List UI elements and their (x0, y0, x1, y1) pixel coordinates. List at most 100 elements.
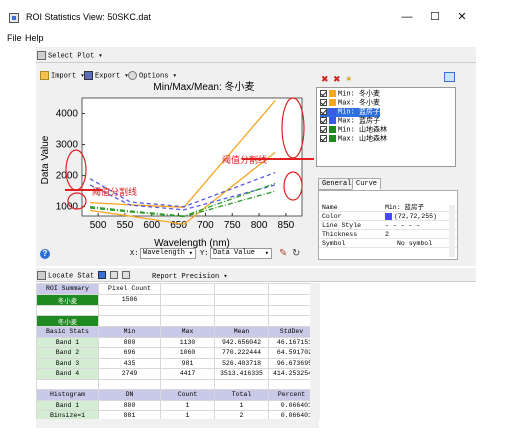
checkbox-icon[interactable] (320, 90, 327, 97)
stats-toolbar: Locate Stat ▾ Report Precision ▾ (36, 268, 476, 282)
window-icon[interactable] (444, 72, 455, 82)
checkbox-icon[interactable] (320, 108, 327, 115)
locate-icon (37, 271, 46, 280)
table-cell: Band 1 (36, 336, 99, 348)
curve-list-item[interactable]: Max: 山地森林 (320, 135, 387, 144)
table-header-cell: Max (160, 326, 215, 338)
table-cell: Binsize=1 (36, 410, 99, 419)
table-cell: 1506 (98, 293, 161, 306)
curve-list-item-selected[interactable]: Min: 蓝房子 (320, 108, 380, 117)
checkbox-icon[interactable] (320, 99, 327, 106)
curve-label: Max: 山地森林 (338, 135, 388, 144)
save-icon (84, 71, 93, 80)
x-axis-label-prefix: X: (130, 250, 139, 258)
color-swatch (329, 99, 336, 106)
table-header-cell: Total (214, 389, 269, 401)
table-header-cell: ROI Summary (36, 283, 99, 295)
prop-value: Min: 蓝房子 (385, 204, 425, 211)
checkbox-icon[interactable] (320, 117, 327, 124)
options-button[interactable]: Options ▾ (128, 71, 177, 80)
table-cell: 1 (214, 399, 269, 411)
y-axis-label-prefix: Y: (200, 250, 209, 258)
curve-list-item[interactable]: Min: 冬小麦 (320, 90, 380, 99)
wand-icon[interactable]: ✶ (345, 74, 353, 85)
table-cell: 770.222444 (214, 347, 269, 359)
prop-row-thickness[interactable]: Thickness 2 (319, 230, 457, 239)
prop-row-color[interactable]: Color (72,72,255) (319, 212, 457, 221)
locate-stat-button[interactable]: Locate Stat ▾ (37, 271, 103, 280)
stats-table[interactable]: ROI Summary Pixel Count 冬小麦 1506 冬小麦 Basic… (36, 283, 319, 419)
tab-general[interactable]: General (318, 178, 356, 190)
curve-list[interactable]: Min: 冬小麦 Max: 冬小麦 Min: 蓝房子 Max: 蓝房子 Min:… (316, 87, 456, 167)
props-scrollbar[interactable] (449, 205, 455, 257)
color-swatch (329, 90, 336, 97)
delete-icon[interactable]: ✖ (321, 74, 329, 85)
prop-row-name[interactable]: Name Min: 蓝房子 (319, 203, 457, 212)
prop-row-line-style[interactable]: Line Style – – – – – (319, 221, 457, 230)
select-plot-button[interactable]: Select Plot ▾ (37, 51, 103, 60)
table-cell: 2 (214, 410, 269, 419)
curve-list-item[interactable]: Min: 山地森林 (320, 126, 387, 135)
report-precision-button[interactable]: Report Precision ▾ (152, 272, 228, 281)
pencil-icon[interactable]: ✎ (279, 248, 287, 259)
table-cell: 1060 (160, 347, 215, 359)
table-header-cell: Basic Stats (36, 326, 99, 338)
x-axis-select[interactable]: Wavelength ▾ (140, 248, 196, 259)
curve-label: Min: 山地森林 (338, 126, 388, 135)
table-horizontal-scrollbar[interactable] (36, 419, 319, 428)
table-cell: 46.167151 (268, 336, 315, 348)
table-header-cell: Mean (214, 326, 269, 338)
export-button[interactable]: Export ▾ (84, 71, 129, 80)
curve-list-item[interactable]: Max: 冬小麦 (320, 99, 380, 108)
table-cell: 0.066401 (268, 410, 315, 419)
table-row: Band 1 880 1130 942.656042 46.167151 (36, 336, 315, 348)
help-icon[interactable]: ? (40, 249, 50, 259)
layout-icon[interactable] (98, 271, 106, 279)
prop-key: Name (322, 204, 338, 211)
table-row: Binsize=1 881 1 2 0.066401 (36, 410, 315, 419)
table-cell: 435 (98, 357, 161, 369)
table-header-cell: StdDev (268, 326, 315, 338)
layout-icon[interactable] (110, 271, 118, 279)
table-cell: Band 2 (36, 347, 99, 359)
prop-value: (72,72,255) (394, 213, 437, 220)
prop-row-symbol[interactable]: Symbol No symbol (319, 239, 457, 248)
table-cell: 881 (98, 410, 161, 419)
maximize-button[interactable]: ☐ (420, 7, 450, 27)
table-cell: 2749 (98, 368, 161, 380)
table-cell: 880 (98, 336, 161, 348)
delete-all-icon[interactable]: ✖ (333, 74, 341, 85)
window-title: ROI Statistics View: 50SKC.dat (26, 12, 151, 22)
tab-curve[interactable]: Curve (352, 178, 382, 190)
refresh-icon[interactable]: ↻ (292, 248, 300, 259)
x-axis-select-value: Wavelength (143, 249, 186, 257)
table-row: Band 2 696 1060 770.222444 64.591702 (36, 347, 315, 359)
curve-label: Max: 冬小麦 (338, 99, 381, 108)
menu-help[interactable]: Help (25, 33, 44, 43)
menu-file[interactable]: File (7, 33, 22, 43)
close-button[interactable]: ✕ (447, 7, 477, 27)
y-axis-select[interactable]: Data Value ▾ (210, 248, 272, 259)
checkbox-icon[interactable] (320, 126, 327, 133)
table-row: ROI Summary Pixel Count (36, 283, 315, 295)
curve-label: Max: 蓝房子 (338, 117, 381, 126)
prop-value-wrap: (72,72,255) (385, 212, 437, 221)
curve-list-item[interactable]: Max: 蓝房子 (320, 117, 380, 126)
minimize-button[interactable]: — (392, 7, 422, 27)
table-cell: 4417 (160, 368, 215, 380)
table-row (36, 378, 315, 390)
table-cell: 981 (160, 357, 215, 369)
checkbox-icon[interactable] (320, 135, 327, 142)
table-vertical-scrollbar[interactable] (310, 283, 320, 419)
folder-icon (40, 71, 49, 80)
color-swatch (385, 212, 392, 220)
app-icon (9, 13, 19, 23)
table-cell: 0.066401 (268, 399, 315, 411)
curve-properties: Name Min: 蓝房子 Color (72,72,255) Line Style… (318, 190, 458, 260)
prop-key: Thickness (322, 231, 358, 238)
table-cell: 1 (160, 399, 215, 411)
layout-icon[interactable] (122, 271, 130, 279)
plot-icon (37, 51, 46, 60)
import-button[interactable]: Import ▾ (40, 71, 85, 80)
table-header-cell: Count (160, 389, 215, 401)
